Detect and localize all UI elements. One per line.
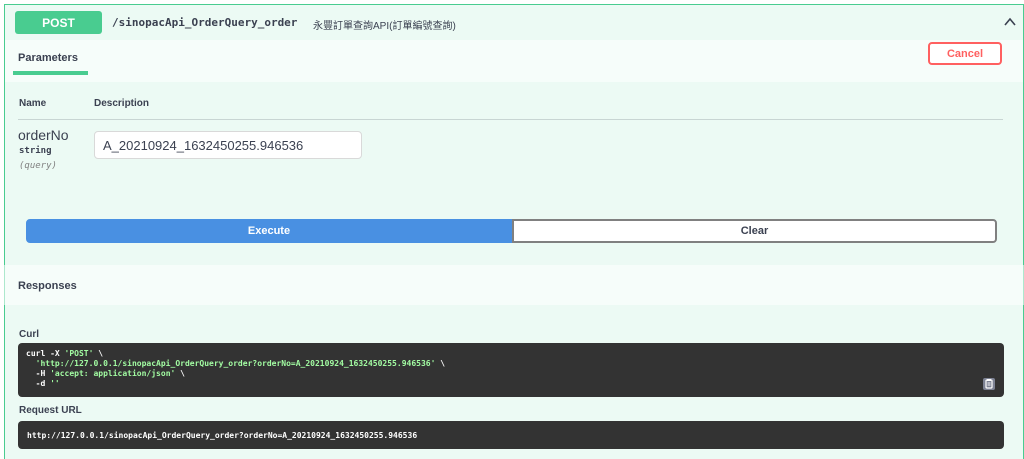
operation-summary[interactable]: POST /sinopacApi_OrderQuery_order 永豐訂單查詢… [5, 5, 1023, 39]
table-divider [18, 119, 1003, 120]
copy-to-clipboard-icon[interactable] [982, 377, 996, 391]
tab-active-underline [13, 71, 88, 75]
curl-string: 'http://127.0.0.1/sinopacApi_OrderQuery_… [35, 359, 436, 368]
curl-text: \ [93, 349, 104, 358]
curl-text: \ [435, 359, 446, 368]
curl-text: curl -X [26, 349, 65, 358]
curl-text: -H [26, 369, 51, 378]
curl-label: Curl [19, 329, 39, 340]
request-url-label: Request URL [19, 405, 82, 416]
responses-header [0, 265, 1024, 305]
curl-line: 'http://127.0.0.1/sinopacApi_OrderQuery_… [26, 359, 996, 369]
curl-line: -H 'accept: application/json' \ [26, 369, 996, 379]
curl-line: curl -X 'POST' \ [26, 349, 996, 359]
operation-path: /sinopacApi_OrderQuery_order [112, 16, 298, 29]
method-badge: POST [15, 11, 102, 34]
request-url-text: http://127.0.0.1/sinopacApi_OrderQuery_o… [27, 430, 418, 440]
curl-text: -d [26, 379, 51, 388]
operation-description: 永豐訂單查詢API(訂單編號查詢) [313, 21, 456, 32]
responses-title: Responses [18, 280, 77, 292]
execute-button[interactable]: Execute [26, 219, 512, 243]
column-header-name: Name [19, 98, 47, 109]
parameters-tab-bar [5, 40, 1023, 82]
param-type: string [19, 146, 52, 156]
column-header-description: Description [94, 98, 150, 109]
curl-string: 'POST' [64, 349, 94, 358]
clear-button[interactable]: Clear [512, 219, 997, 243]
curl-text: \ [175, 369, 185, 378]
curl-text [26, 359, 36, 368]
param-name: orderNo [18, 127, 69, 143]
param-location: (query) [19, 161, 57, 171]
order-no-input[interactable] [94, 131, 362, 159]
cancel-button[interactable]: Cancel [928, 42, 1002, 65]
curl-string: 'accept: application/json' [50, 369, 176, 378]
curl-line: -d '' [26, 379, 996, 389]
request-url-box: http://127.0.0.1/sinopacApi_OrderQuery_o… [18, 421, 1004, 449]
tab-parameters[interactable]: Parameters [18, 52, 78, 64]
curl-code-block: curl -X 'POST' \ 'http://127.0.0.1/sinop… [18, 343, 1004, 397]
curl-string: '' [50, 379, 60, 388]
chevron-up-icon[interactable] [1003, 15, 1017, 29]
